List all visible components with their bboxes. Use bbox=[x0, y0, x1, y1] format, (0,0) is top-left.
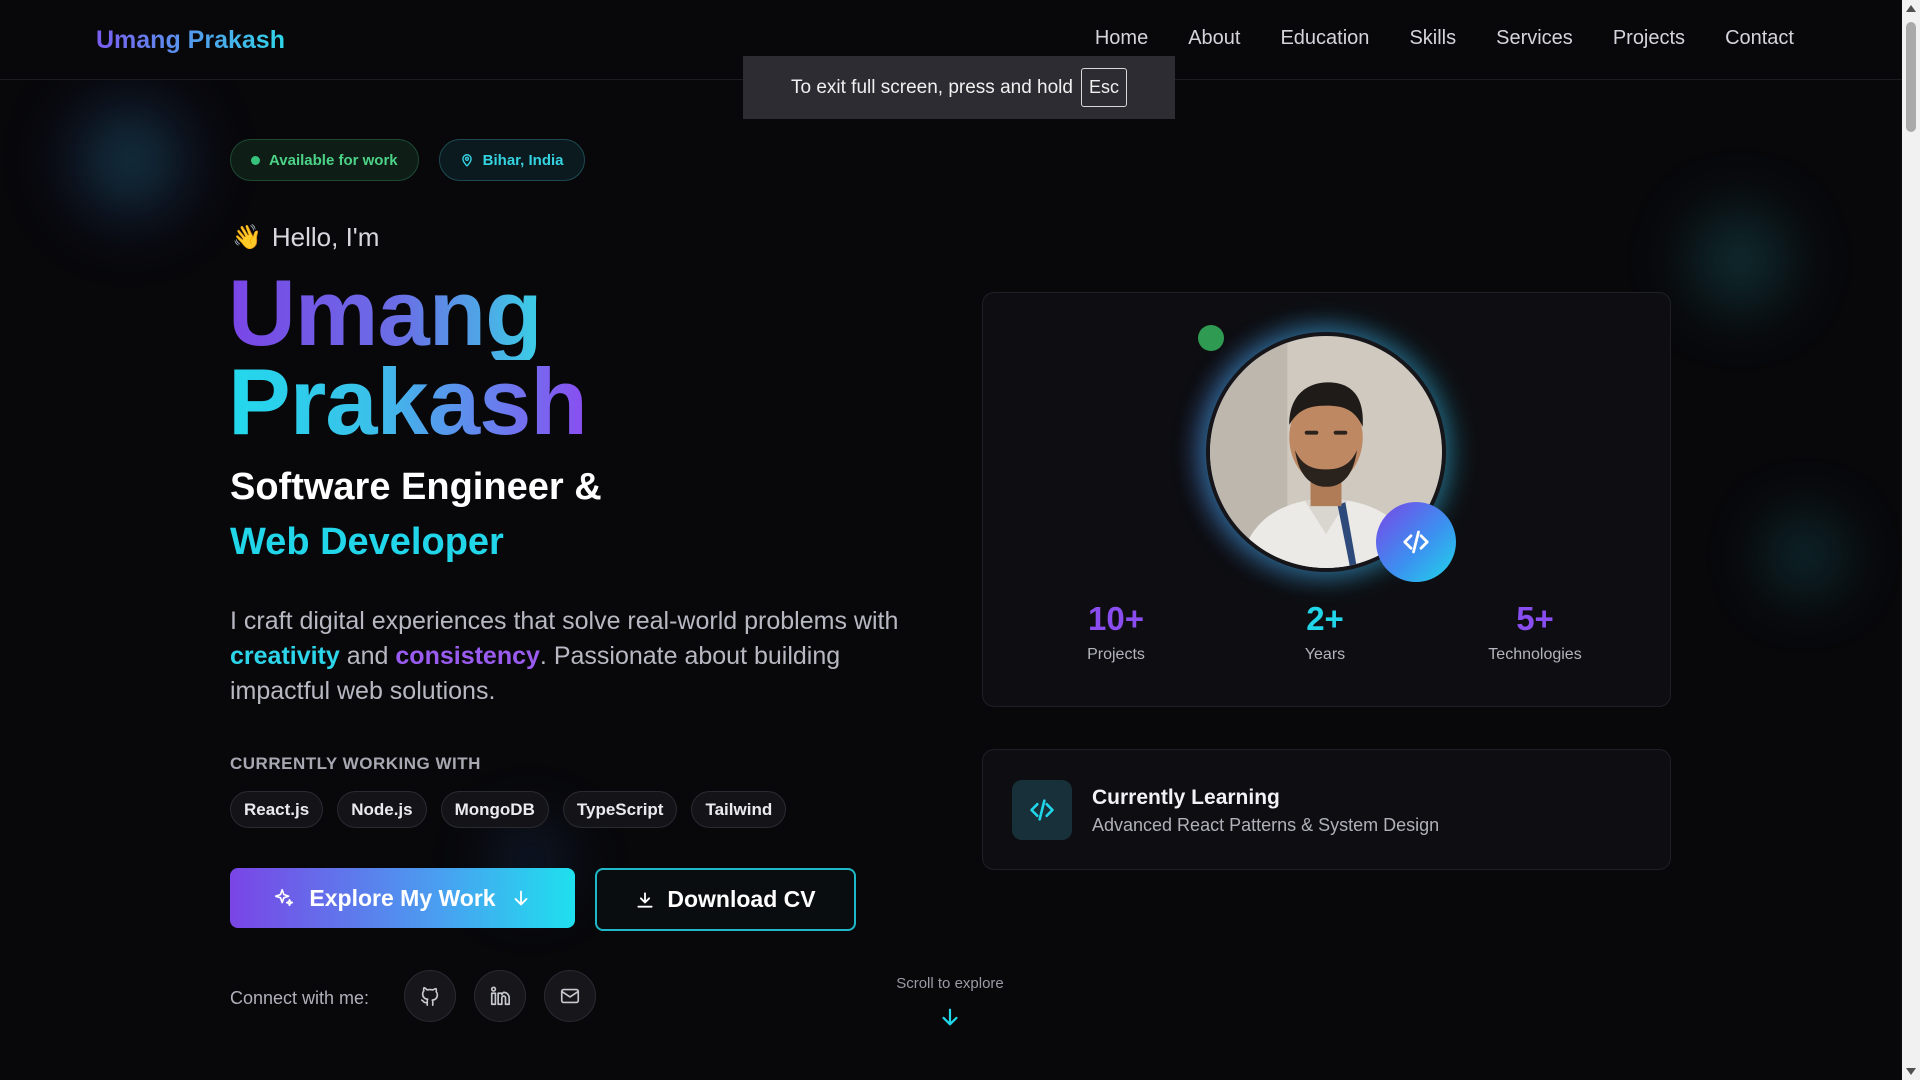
fullscreen-toast: To exit full screen, press and hold Esc bbox=[743, 56, 1175, 119]
greeting: 👋 Hello, I'm bbox=[232, 222, 379, 253]
location-badge: Bihar, India bbox=[438, 139, 585, 181]
available-label: Available for work bbox=[269, 151, 398, 169]
stat-label: Years bbox=[1304, 646, 1346, 663]
desc-highlight-creativity: creativity bbox=[230, 642, 340, 670]
nav-home[interactable]: Home bbox=[1095, 27, 1148, 50]
scroll-hint: Scroll to explore bbox=[896, 975, 1004, 992]
tech-chips: React.js Node.js MongoDB TypeScript Tail… bbox=[230, 791, 787, 828]
hero-description: I craft digital experiences that solve r… bbox=[230, 604, 930, 709]
status-badges: Available for work Bihar, India bbox=[230, 139, 585, 181]
role-title-line2: Web Developer bbox=[230, 521, 504, 563]
stat-technologies: 5+ Technologies bbox=[1445, 600, 1625, 664]
brand-logo[interactable]: Umang Prakash bbox=[96, 26, 285, 55]
arrow-down-icon bbox=[514, 890, 528, 906]
tech-chip: React.js bbox=[230, 791, 324, 828]
online-status-dot bbox=[1198, 325, 1224, 351]
explore-work-button[interactable]: Explore My Work bbox=[230, 868, 575, 928]
nav-projects[interactable]: Projects bbox=[1613, 27, 1685, 50]
hero-last-name: Prakash bbox=[228, 349, 588, 454]
tech-chip: Node.js bbox=[337, 791, 427, 828]
location-label: Bihar, India bbox=[482, 151, 564, 169]
waving-hand-icon: 👋 bbox=[232, 224, 262, 251]
scroll-arrow-down-icon[interactable] bbox=[939, 1006, 961, 1028]
nav-skills[interactable]: Skills bbox=[1409, 27, 1456, 50]
scroll-up-arrow-icon[interactable] bbox=[1906, 5, 1916, 12]
greeting-text: Hello, I'm bbox=[271, 222, 380, 252]
stat-value: 10+ bbox=[1088, 600, 1144, 637]
tech-chip: MongoDB bbox=[440, 791, 549, 828]
github-link[interactable] bbox=[404, 970, 456, 1022]
desc-highlight-consistency: consistency bbox=[395, 642, 540, 670]
desc-text: I craft digital experiences that solve r… bbox=[230, 607, 899, 635]
toast-text: To exit full screen, press and hold bbox=[790, 76, 1073, 98]
nav-contact[interactable]: Contact bbox=[1725, 27, 1794, 50]
stat-value: 5+ bbox=[1516, 600, 1554, 637]
nav-about[interactable]: About bbox=[1188, 27, 1240, 50]
scroll-down-arrow-icon[interactable] bbox=[1906, 1068, 1916, 1075]
download-cv-label: Download CV bbox=[667, 886, 816, 912]
main-nav: Home About Education Skills Services Pro… bbox=[1095, 27, 1794, 50]
scrollbar-thumb[interactable] bbox=[1906, 22, 1916, 132]
esc-key: Esc bbox=[1080, 68, 1127, 107]
linkedin-icon bbox=[490, 986, 510, 1006]
hero-first-name: Umang bbox=[228, 260, 543, 365]
learning-subtitle: Advanced React Patterns & System Design bbox=[1092, 815, 1440, 835]
sparkles-icon bbox=[275, 888, 294, 907]
code-badge bbox=[1376, 502, 1456, 582]
portfolio-page: Umang Prakash Home About Education Skill… bbox=[0, 0, 1920, 1080]
code-icon bbox=[1403, 530, 1429, 554]
code-icon bbox=[1030, 799, 1054, 821]
download-icon bbox=[637, 891, 653, 908]
stat-projects: 10+ Projects bbox=[1026, 600, 1206, 664]
learning-title: Currently Learning bbox=[1092, 786, 1280, 809]
role-title-line1: Software Engineer & bbox=[230, 466, 602, 508]
download-cv-button[interactable]: Download CV bbox=[595, 868, 856, 931]
map-pin-icon bbox=[461, 154, 472, 167]
linkedin-link[interactable] bbox=[474, 970, 526, 1022]
explore-work-label: Explore My Work bbox=[309, 884, 496, 911]
working-with-label: CURRENTLY WORKING WITH bbox=[230, 754, 481, 773]
tech-chip: Tailwind bbox=[691, 791, 787, 828]
ambient-glow bbox=[1750, 500, 1860, 610]
mail-icon bbox=[560, 988, 580, 1004]
page-scrollbar[interactable] bbox=[1902, 0, 1920, 1080]
nav-education[interactable]: Education bbox=[1280, 27, 1369, 50]
connect-label: Connect with me: bbox=[230, 988, 370, 1008]
stat-label: Projects bbox=[1087, 646, 1145, 663]
stat-years: 2+ Years bbox=[1235, 600, 1415, 664]
stat-value: 2+ bbox=[1306, 600, 1344, 637]
desc-text: and bbox=[339, 642, 396, 670]
available-badge: Available for work bbox=[230, 139, 419, 181]
tech-chip: TypeScript bbox=[562, 791, 678, 828]
nav-services[interactable]: Services bbox=[1496, 27, 1573, 50]
learning-icon-box bbox=[1012, 780, 1072, 840]
ambient-glow bbox=[50, 80, 210, 240]
ambient-glow bbox=[1670, 190, 1810, 330]
status-dot-icon bbox=[251, 155, 260, 165]
currently-learning-card bbox=[982, 749, 1671, 870]
github-icon bbox=[420, 987, 439, 1006]
stat-label: Technologies bbox=[1488, 646, 1582, 663]
email-link[interactable] bbox=[544, 970, 596, 1022]
